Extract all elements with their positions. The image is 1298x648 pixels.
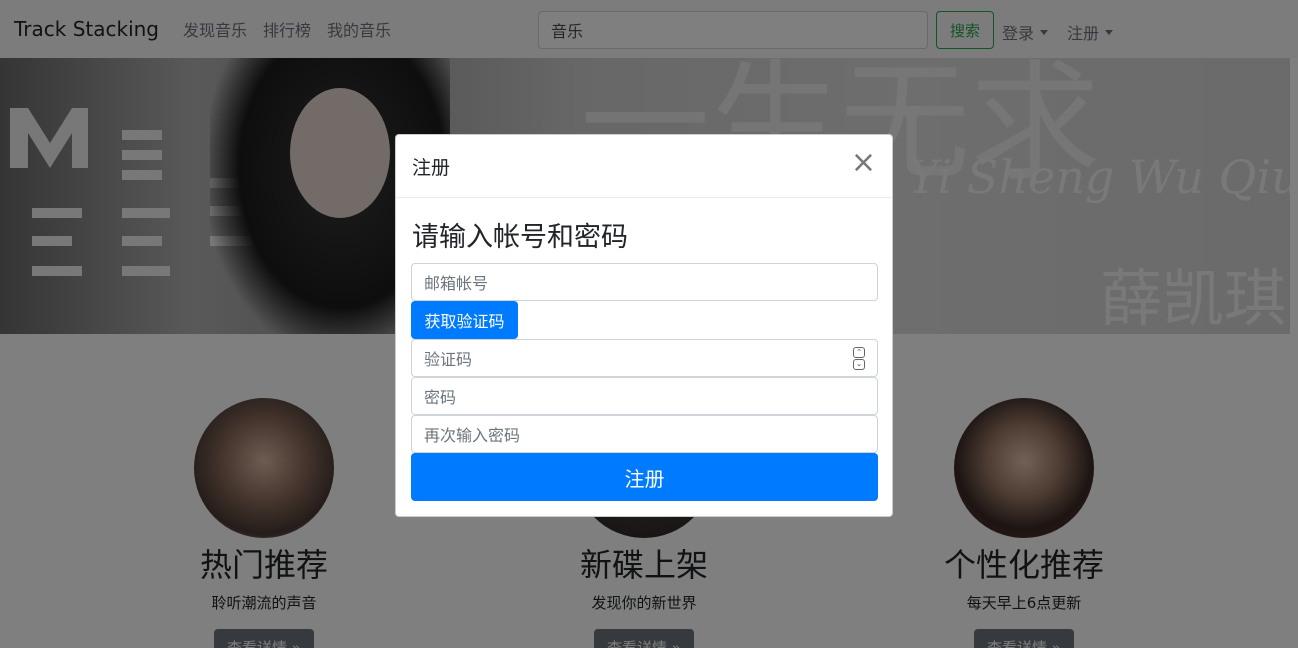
modal-header: 注册 ×	[396, 135, 892, 198]
close-icon[interactable]: ×	[851, 148, 876, 178]
confirm-password-field[interactable]: 再次输入密码	[411, 415, 878, 453]
register-modal: 注册 × 请输入帐号和密码 邮箱帐号 获取验证码 验证码 ⌃ ⌄ 密码 再次输入…	[395, 134, 893, 517]
register-submit-button[interactable]: 注册	[411, 453, 878, 501]
number-spinner[interactable]: ⌃ ⌄	[853, 347, 865, 371]
verification-code-placeholder: 验证码	[424, 350, 473, 369]
password-field[interactable]: 密码	[411, 377, 878, 415]
modal-title: 注册	[412, 156, 451, 179]
verification-code-field[interactable]: 验证码 ⌃ ⌄	[411, 339, 878, 377]
modal-heading: 请输入帐号和密码	[412, 222, 628, 253]
email-field[interactable]: 邮箱帐号	[411, 263, 878, 301]
chevron-down-icon[interactable]: ⌄	[853, 359, 865, 370]
get-code-button[interactable]: 获取验证码	[411, 301, 518, 339]
chevron-up-icon[interactable]: ⌃	[853, 347, 865, 358]
